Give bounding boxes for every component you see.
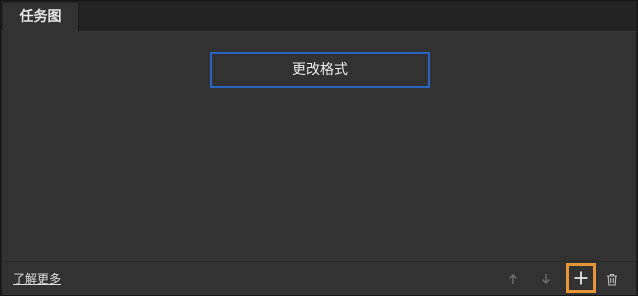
add-button[interactable] [566,263,596,293]
delete-button[interactable] [599,266,625,292]
tab-task-map[interactable]: 任务图 [3,3,79,32]
task-map-canvas: 更改格式 [2,32,636,261]
learn-more-link[interactable]: 了解更多 [13,270,61,287]
arrow-up-icon [509,274,517,284]
trash-icon [607,273,617,286]
move-down-button[interactable] [533,266,559,292]
panel-footer: 了解更多 [2,261,636,295]
change-format-action[interactable]: 更改格式 [210,52,430,88]
tab-bar: 任务图 [2,2,636,32]
task-map-panel: 任务图 更改格式 了解更多 [0,0,638,296]
arrow-down-icon [542,274,550,284]
move-up-button[interactable] [500,266,526,292]
plus-icon [574,271,588,285]
